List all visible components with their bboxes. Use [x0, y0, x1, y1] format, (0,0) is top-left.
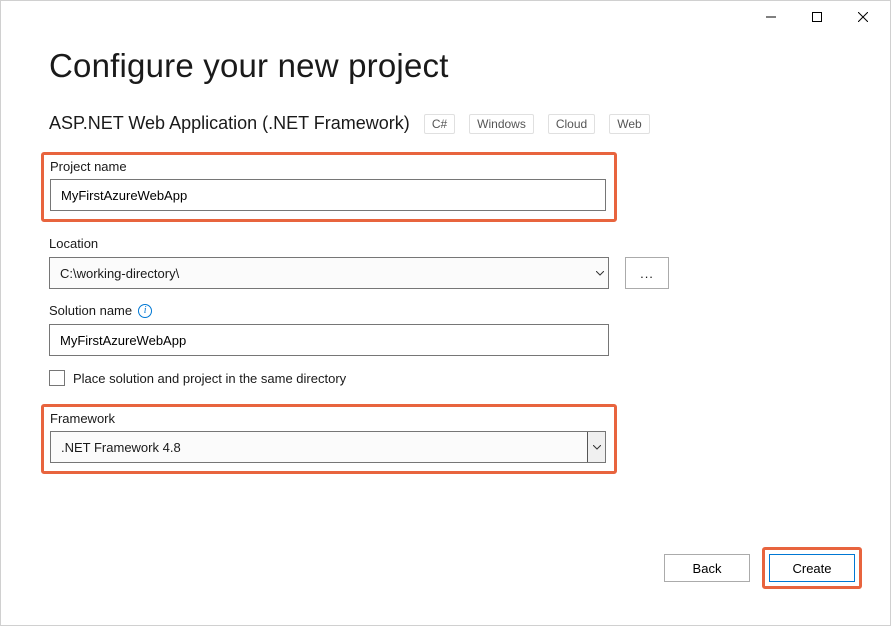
chevron-down-icon: [590, 258, 608, 288]
info-icon[interactable]: i: [138, 304, 152, 318]
location-combo[interactable]: C:\working-directory\: [49, 257, 609, 289]
minimize-icon: [766, 12, 776, 22]
project-type-row: ASP.NET Web Application (.NET Framework)…: [49, 113, 842, 134]
close-icon: [858, 12, 868, 22]
close-button[interactable]: [840, 1, 886, 33]
project-type-name: ASP.NET Web Application (.NET Framework): [49, 113, 410, 134]
project-name-label: Project name: [50, 159, 608, 174]
window-titlebar: [1, 1, 890, 33]
project-name-input[interactable]: [50, 179, 606, 211]
maximize-button[interactable]: [794, 1, 840, 33]
framework-combo[interactable]: .NET Framework 4.8: [50, 431, 606, 463]
same-directory-label: Place solution and project in the same d…: [73, 371, 346, 386]
tag-cloud: Cloud: [548, 114, 595, 134]
chevron-down-icon: [587, 432, 605, 462]
create-button[interactable]: Create: [769, 554, 855, 582]
tag-csharp: C#: [424, 114, 455, 134]
location-label: Location: [49, 236, 842, 251]
framework-highlight: Framework .NET Framework 4.8: [41, 404, 617, 474]
browse-button[interactable]: ...: [625, 257, 669, 289]
back-button[interactable]: Back: [664, 554, 750, 582]
create-button-highlight: Create: [762, 547, 862, 589]
maximize-icon: [812, 12, 822, 22]
project-name-highlight: Project name: [41, 152, 617, 222]
solution-name-input[interactable]: [49, 324, 609, 356]
tag-web: Web: [609, 114, 649, 134]
page-title: Configure your new project: [49, 47, 842, 85]
location-value: C:\working-directory\: [50, 266, 590, 281]
framework-label: Framework: [50, 411, 608, 426]
same-directory-checkbox[interactable]: [49, 370, 65, 386]
solution-name-label: Solution name i: [49, 303, 842, 318]
tag-windows: Windows: [469, 114, 534, 134]
minimize-button[interactable]: [748, 1, 794, 33]
framework-value: .NET Framework 4.8: [51, 440, 587, 455]
